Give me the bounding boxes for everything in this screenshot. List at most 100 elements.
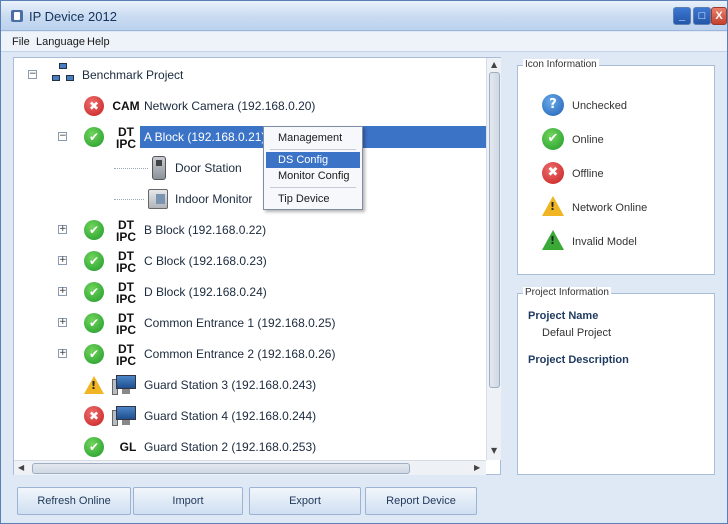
- device-tree[interactable]: − Benchmark Project ✖ CAM Network Camera…: [13, 57, 501, 475]
- offline-icon: ✖: [84, 406, 104, 426]
- refresh-online-button[interactable]: Refresh Online: [17, 487, 131, 515]
- online-icon: ✔: [84, 313, 104, 333]
- menu-help[interactable]: Help: [87, 36, 110, 48]
- network-icon: [52, 63, 74, 85]
- tree-item-label: Guard Station 2 (192.168.0.253): [144, 440, 317, 454]
- scroll-left-icon[interactable]: ◀: [18, 463, 24, 472]
- device-type-tag: GL: [119, 440, 137, 454]
- tree-item-indoor-monitor[interactable]: Indoor Monitor: [14, 186, 486, 212]
- menu-separator: [270, 149, 356, 150]
- device-type-tag: DT IPC: [115, 311, 136, 337]
- online-icon: ✔: [542, 128, 564, 150]
- device-type-tag: DT IPC: [115, 125, 136, 151]
- tree-item-label: B Block (192.168.0.22): [144, 223, 267, 237]
- tree-item-label: Guard Station 4 (192.168.0.244): [144, 409, 317, 423]
- legend-offline: ✖ Offline: [542, 162, 712, 186]
- warning-icon: !: [84, 376, 104, 394]
- online-icon: ✔: [84, 344, 104, 364]
- legend-online: ✔ Online: [542, 128, 712, 152]
- collapse-toggle[interactable]: −: [28, 70, 37, 79]
- offline-icon: ✖: [542, 162, 564, 184]
- tree-connector: [114, 199, 144, 200]
- close-button[interactable]: X: [711, 7, 727, 25]
- question-icon: ?: [542, 94, 564, 116]
- tree-item-c-block[interactable]: + ✔ DT IPC C Block (192.168.0.23): [14, 248, 486, 274]
- tree-item-a-block[interactable]: − ✔ DT IPC A Block (192.168.0.21): [14, 124, 488, 151]
- window-title: IP Device 2012: [29, 9, 117, 24]
- tree-item-common-entrance-2[interactable]: + ✔ DT IPC Common Entrance 2 (192.168.0.2…: [14, 341, 486, 367]
- icon-information-panel: Icon Information ? Unchecked ✔ Online ✖ …: [517, 59, 715, 275]
- collapse-toggle[interactable]: −: [58, 132, 67, 141]
- report-device-button[interactable]: Report Device: [365, 487, 477, 515]
- maximize-button[interactable]: □: [693, 7, 711, 25]
- guard-station-icon: [112, 406, 138, 426]
- app-icon: [11, 10, 23, 22]
- scroll-up-icon[interactable]: ▲: [491, 60, 497, 69]
- menu-item-ds-config[interactable]: DS Config: [266, 152, 360, 168]
- expand-toggle[interactable]: +: [58, 287, 67, 296]
- tree-item-b-block[interactable]: + ✔ DT IPC B Block (192.168.0.22): [14, 217, 486, 243]
- expand-toggle[interactable]: +: [58, 349, 67, 358]
- tree-item-d-block[interactable]: + ✔ DT IPC D Block (192.168.0.24): [14, 279, 486, 305]
- tree-item-label: Common Entrance 2 (192.168.0.26): [144, 347, 336, 361]
- expand-toggle[interactable]: +: [58, 256, 67, 265]
- invalid-model-icon: !: [542, 230, 564, 250]
- device-type-tag: DT IPC: [115, 218, 136, 244]
- tree-item-label: Door Station: [175, 161, 242, 175]
- scroll-down-icon[interactable]: ▼: [491, 446, 497, 455]
- expand-toggle[interactable]: +: [58, 225, 67, 234]
- menu-item-monitor-config[interactable]: Monitor Config: [266, 168, 360, 184]
- tree-root[interactable]: − Benchmark Project: [14, 62, 486, 88]
- horizontal-scrollbar[interactable]: ◀ ▶: [14, 460, 486, 475]
- door-station-icon: [152, 156, 166, 180]
- tree-item-label: A Block (192.168.0.21): [144, 130, 266, 144]
- context-menu: Management DS Config Monitor Config Tip …: [263, 126, 363, 210]
- legend-unchecked: ? Unchecked: [542, 94, 712, 118]
- menu-item-management[interactable]: Management: [266, 130, 360, 146]
- project-description-label: Project Description: [528, 354, 629, 366]
- tree-item-door-station[interactable]: Door Station: [14, 155, 486, 181]
- tree-item-label: Network Camera (192.168.0.20): [144, 99, 316, 113]
- online-icon: ✔: [84, 282, 104, 302]
- device-type-tag: CAM: [112, 99, 140, 113]
- panel-title: Project Information: [523, 287, 611, 298]
- tree-item-label: Common Entrance 1 (192.168.0.25): [144, 316, 336, 330]
- menu-file[interactable]: File: [12, 36, 30, 48]
- offline-icon: ✖: [84, 96, 104, 116]
- menu-language[interactable]: Language: [36, 36, 85, 48]
- menu-item-tip-device[interactable]: Tip Device: [266, 191, 360, 207]
- legend-invalid-model: ! Invalid Model: [542, 230, 712, 254]
- tree-item-guard-station-2[interactable]: ✔ GL Guard Station 2 (192.168.0.253): [14, 434, 486, 460]
- device-type-tag: DT IPC: [115, 342, 136, 368]
- menu-separator: [270, 187, 356, 188]
- tree-item-common-entrance-1[interactable]: + ✔ DT IPC Common Entrance 1 (192.168.0.2…: [14, 310, 486, 336]
- indoor-monitor-icon: [148, 189, 168, 209]
- online-icon: ✔: [84, 437, 104, 457]
- title-bar[interactable]: IP Device 2012 _ □ X: [1, 1, 727, 31]
- guard-station-icon: [112, 375, 138, 395]
- tree-item-label: D Block (192.168.0.24): [144, 285, 267, 299]
- vertical-scrollbar[interactable]: ▲ ▼: [486, 58, 501, 460]
- tree-item-label: Indoor Monitor: [175, 192, 253, 206]
- horizontal-scroll-thumb[interactable]: [32, 463, 410, 474]
- expand-toggle[interactable]: +: [58, 318, 67, 327]
- scroll-right-icon[interactable]: ▶: [474, 463, 480, 472]
- tree-item-label: Guard Station 3 (192.168.0.243): [144, 378, 317, 392]
- warning-icon: !: [542, 196, 564, 216]
- export-button[interactable]: Export: [249, 487, 361, 515]
- minimize-button[interactable]: _: [673, 7, 691, 25]
- project-name-label: Project Name: [528, 310, 599, 322]
- menu-bar: File Language Help: [1, 32, 727, 52]
- tree-connector: [114, 168, 148, 169]
- tree-item-network-camera[interactable]: ✖ CAM Network Camera (192.168.0.20): [14, 93, 486, 119]
- app-window: IP Device 2012 _ □ X File Language Help …: [0, 0, 728, 524]
- legend-network-online: ! Network Online: [542, 196, 712, 220]
- import-button[interactable]: Import: [133, 487, 243, 515]
- tree-item-guard-station-4[interactable]: ✖ Guard Station 4 (192.168.0.244): [14, 403, 486, 429]
- device-type-tag: DT IPC: [115, 280, 136, 306]
- project-name-value: Defaul Project: [542, 327, 612, 339]
- vertical-scroll-thumb[interactable]: [489, 72, 500, 388]
- tree-item-guard-station-3[interactable]: ! Guard Station 3 (192.168.0.243): [14, 372, 486, 398]
- project-information-panel: Project Information Project Name Defaul …: [517, 287, 715, 475]
- tree-item-label: C Block (192.168.0.23): [144, 254, 267, 268]
